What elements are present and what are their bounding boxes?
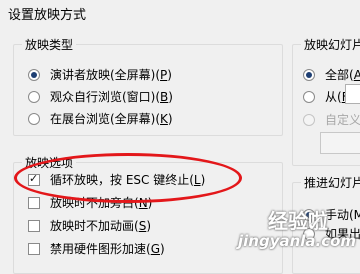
radio-kiosk[interactable]: 在展台浏览(全屏幕)(K) xyxy=(28,110,173,127)
from-slide-input[interactable] xyxy=(345,84,360,104)
checkbox-no-animation[interactable]: 放映时不加动画(S) xyxy=(28,217,151,234)
radio-custom-label: 自定义放 xyxy=(325,113,360,127)
window-title: 设置放映方式 xyxy=(8,8,87,23)
radio-kiosk-indicator[interactable] xyxy=(28,112,40,125)
custom-show-select xyxy=(320,132,360,154)
radio-presenter-label: 演讲者放映(全屏幕)(P) xyxy=(50,68,172,82)
radio-custom-show: 自定义放 xyxy=(303,111,360,128)
advance-slides-title: 推进幻灯片 xyxy=(301,174,360,191)
radio-all-indicator[interactable] xyxy=(303,68,315,81)
radio-from-indicator[interactable] xyxy=(303,90,315,103)
radio-manual-label: 手动(M xyxy=(325,208,360,222)
show-slides-title: 放映幻灯片 xyxy=(301,36,360,53)
checkbox-no-animation-label: 放映时不加动画(S) xyxy=(50,219,151,233)
highlight-ellipse xyxy=(14,153,242,203)
watermark-check-icon: ✓ xyxy=(306,212,325,237)
checkbox-no-narration-box[interactable] xyxy=(28,196,40,209)
watermark-url: jingyanla.com xyxy=(238,232,357,250)
checkbox-disable-hw-accel-label: 禁用硬件图形加速(G) xyxy=(50,242,165,256)
radio-kiosk-label: 在展台浏览(全屏幕)(K) xyxy=(50,112,173,126)
radio-presenter-indicator[interactable] xyxy=(28,68,40,81)
checkbox-disable-hw-accel-box[interactable] xyxy=(28,242,40,255)
radio-from-slide[interactable]: 从(F xyxy=(303,88,349,105)
checkbox-no-animation-box[interactable] xyxy=(28,219,40,232)
radio-all-label: 全部(A xyxy=(325,68,360,82)
radio-audience[interactable]: 观众自行浏览(窗口)(B) xyxy=(28,88,173,105)
radio-custom-indicator xyxy=(303,113,315,126)
radio-audience-label: 观众自行浏览(窗口)(B) xyxy=(50,90,173,104)
radio-presenter[interactable]: 演讲者放映(全屏幕)(P) xyxy=(28,66,172,83)
checkbox-disable-hw-accel[interactable]: 禁用硬件图形加速(G) xyxy=(28,240,165,257)
show-type-title: 放映类型 xyxy=(22,36,77,53)
radio-all-slides[interactable]: 全部(A xyxy=(303,66,360,83)
radio-audience-indicator[interactable] xyxy=(28,90,40,103)
